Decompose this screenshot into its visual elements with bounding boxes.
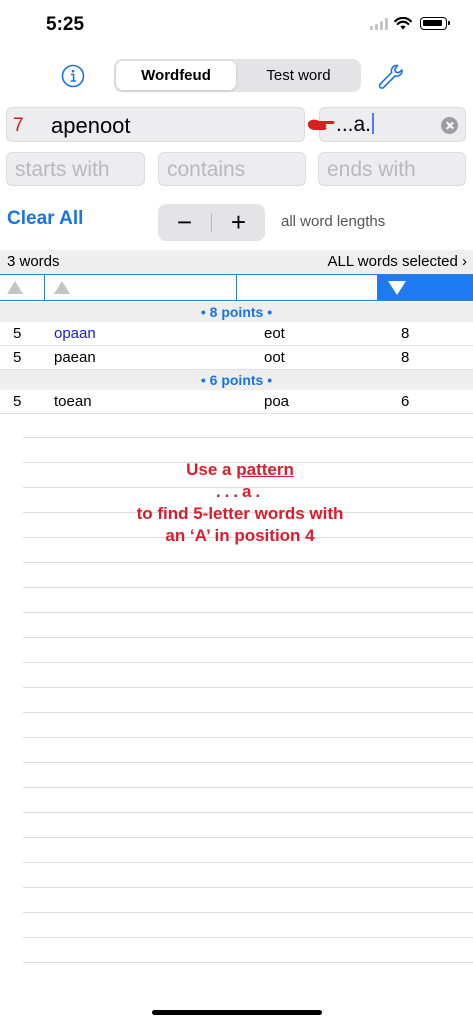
sort-by-points-button[interactable] <box>378 275 473 300</box>
home-indicator[interactable] <box>152 1010 322 1015</box>
pattern-field[interactable]: ...a. <box>308 107 466 142</box>
sort-descending-icon <box>388 281 406 295</box>
word-length-cell: 5 <box>13 393 22 410</box>
hint-pattern-example: ...a. <box>215 482 265 501</box>
text-cursor <box>372 113 375 134</box>
contains-field[interactable]: contains <box>158 152 306 186</box>
remaining-letters-cell: oot <box>264 349 285 366</box>
remaining-letters-cell: poa <box>264 393 290 410</box>
clear-all-button[interactable]: Clear All <box>7 208 83 230</box>
info-icon[interactable] <box>61 64 85 88</box>
word-cell: paean <box>54 349 96 366</box>
sort-by-word-button[interactable] <box>45 275 237 300</box>
starts-with-placeholder: starts with <box>15 158 110 181</box>
word-lengths-label: all word lengths <box>281 213 386 230</box>
contains-placeholder: contains <box>167 158 246 181</box>
word-selection-link[interactable]: ALL words selected › <box>327 253 467 270</box>
pattern-help-link[interactable]: pattern <box>236 460 294 479</box>
wifi-icon <box>394 17 412 30</box>
nav-bar: Wordfeud Test word <box>0 52 473 100</box>
word-length-stepper: − + <box>158 204 265 241</box>
sort-ascending-icon <box>7 281 23 294</box>
clear-pattern-icon[interactable] <box>441 117 458 134</box>
pattern-hint: Use a pattern ...a. to find 5-letter wor… <box>90 459 390 547</box>
remaining-letters-cell: eot <box>264 325 285 342</box>
wrench-icon[interactable] <box>376 62 404 90</box>
tab-wordfeud[interactable]: Wordfeud <box>116 61 236 90</box>
table-row[interactable]: 5 toean poa 6 <box>0 390 473 414</box>
points-cell: 8 <box>401 325 410 342</box>
points-cell: 8 <box>401 349 410 366</box>
results-table: • 8 points • 5 opaan eot 8 5 paean oot 8… <box>0 302 473 414</box>
increase-length-button[interactable]: + <box>212 204 265 241</box>
points-cell: 6 <box>401 393 410 410</box>
word-count: 3 words <box>7 253 60 270</box>
rack-field[interactable]: 7 apenoot <box>6 107 305 142</box>
word-length-cell: 5 <box>13 349 22 366</box>
pointing-hand-icon <box>308 119 335 130</box>
pattern-input[interactable]: ...a. <box>336 113 375 137</box>
sort-header <box>0 274 473 301</box>
decrease-length-button[interactable]: − <box>158 204 211 241</box>
sort-ascending-icon <box>54 281 70 294</box>
sort-by-length-button[interactable] <box>0 275 45 300</box>
word-length-cell: 5 <box>13 325 22 342</box>
sort-by-rack-button[interactable] <box>237 275 378 300</box>
word-cell: opaan <box>54 325 96 342</box>
word-cell: toean <box>54 393 92 410</box>
status-bar: 5:25 <box>0 0 473 52</box>
starts-with-field[interactable]: starts with <box>6 152 145 186</box>
results-summary-bar: 3 words ALL words selected › <box>0 250 473 274</box>
points-group-header: • 6 points • <box>0 370 473 390</box>
status-time: 5:25 <box>46 14 85 35</box>
ends-with-field[interactable]: ends with <box>318 152 466 186</box>
status-icons <box>370 17 450 30</box>
tab-test-word[interactable]: Test word <box>238 61 359 90</box>
hint-line-4: an ‘A’ in position 4 <box>165 526 315 545</box>
table-row[interactable]: 5 paean oot 8 <box>0 346 473 370</box>
mode-segmented-control: Wordfeud Test word <box>114 59 361 92</box>
hint-line-1: Use a pattern <box>186 460 294 479</box>
table-row[interactable]: 5 opaan eot 8 <box>0 322 473 346</box>
ends-with-placeholder: ends with <box>327 158 416 181</box>
rack-letters-input[interactable]: apenoot <box>51 113 131 139</box>
cellular-signal-icon <box>370 17 388 30</box>
hint-line-3: to find 5-letter words with <box>136 504 344 523</box>
points-group-header: • 8 points • <box>0 302 473 322</box>
battery-icon <box>420 17 450 30</box>
rack-letter-count: 7 <box>13 115 24 136</box>
